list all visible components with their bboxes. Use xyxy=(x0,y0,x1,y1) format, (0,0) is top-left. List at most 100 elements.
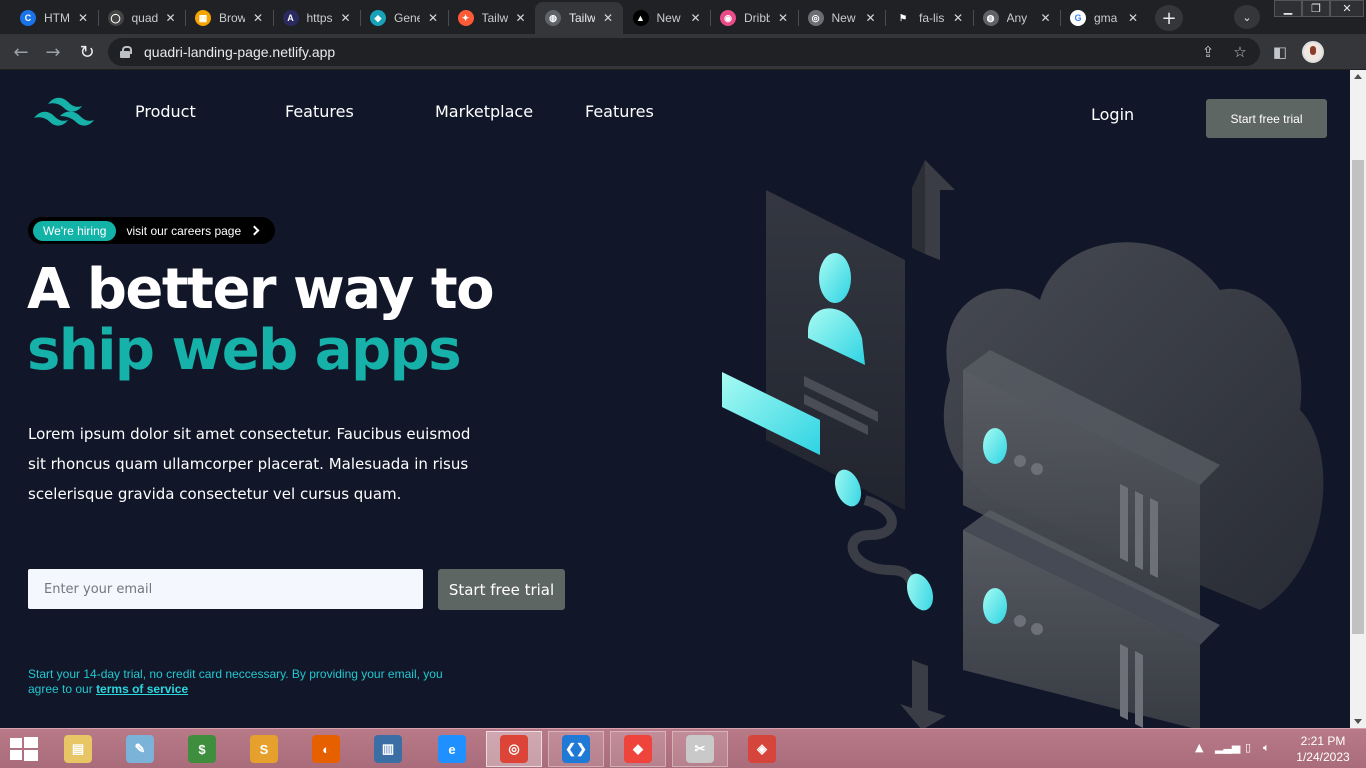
dribbble-icon: ◉ xyxy=(720,10,736,26)
tab-close-icon[interactable]: ✕ xyxy=(78,11,88,25)
window-close-button[interactable]: ✕ xyxy=(1330,0,1364,17)
ie-icon: e xyxy=(438,735,466,763)
fine-print: Start your 14-day trial, no credit card … xyxy=(28,667,458,697)
hero-start-trial-button[interactable]: Start free trial xyxy=(438,569,565,610)
tab-close-icon[interactable]: ✕ xyxy=(428,11,438,25)
anydesk-icon: ◆ xyxy=(624,735,652,763)
taskbar-app-snipping[interactable]: ✂ xyxy=(672,731,728,767)
nav-link-features-2[interactable]: Features xyxy=(585,102,654,121)
profile-avatar[interactable] xyxy=(1302,41,1324,63)
diamond-icon: ◆ xyxy=(370,10,386,26)
server-light-2 xyxy=(983,588,1007,624)
browser-tab[interactable]: ◍ Tailw ✕ xyxy=(535,2,623,34)
show-hidden-icons-icon[interactable]: ▲ xyxy=(1195,741,1203,754)
tab-title: Tailw xyxy=(481,11,508,25)
git-icon: ◈ xyxy=(748,735,776,763)
restore-button[interactable]: ❐ xyxy=(1302,0,1330,17)
google-icon: G xyxy=(1070,10,1086,26)
tab-title: Any xyxy=(1006,11,1028,25)
forward-button[interactable]: → xyxy=(41,40,65,64)
tab-close-icon[interactable]: ✕ xyxy=(778,11,788,25)
page-scrollbar[interactable] xyxy=(1350,70,1366,728)
address-bar[interactable]: quadri-landing-page.netlify.app xyxy=(108,38,1260,66)
headline-line-1: A better way to xyxy=(27,257,495,322)
scroll-thumb[interactable] xyxy=(1352,160,1364,634)
taskbar-app-notepad[interactable]: ✎ xyxy=(112,731,168,767)
header-start-trial-button[interactable]: Start free trial xyxy=(1206,99,1327,138)
clock-date: 1/24/2023 xyxy=(1296,750,1350,764)
share-button[interactable]: ⇪ xyxy=(1198,42,1218,62)
tab-title: quadri xyxy=(131,11,158,25)
taskbar-app-chrome[interactable]: ◎ xyxy=(486,731,542,767)
tab-close-icon[interactable]: ✕ xyxy=(1128,11,1138,25)
volume-icon[interactable]: 🔈︎ xyxy=(1263,741,1270,755)
tab-close-icon[interactable]: ✕ xyxy=(866,11,876,25)
tab-close-icon[interactable]: ✕ xyxy=(253,11,263,25)
taskbar-app-sublime[interactable]: S xyxy=(236,731,292,767)
network-signal-icon[interactable]: ▂▃▅ xyxy=(1215,741,1240,754)
tab-separator xyxy=(885,10,886,26)
tab-close-icon[interactable]: ✕ xyxy=(1041,11,1051,25)
clock-time: 2:21 PM xyxy=(1300,734,1346,748)
nav-link-marketplace[interactable]: Marketplace xyxy=(435,102,533,121)
email-input[interactable] xyxy=(28,569,423,609)
taskbar-app-file-explorer[interactable]: ▤ xyxy=(50,731,106,767)
taskbar-app-internet-explorer[interactable]: e xyxy=(424,731,480,767)
browser-tab[interactable]: ▦ Browse ✕ xyxy=(185,2,273,34)
browser-toolbar: ← → ↻ quadri-landing-page.netlify.app ⇪ … xyxy=(0,34,1366,70)
minimize-button[interactable]: ▁ xyxy=(1274,0,1302,17)
taskbar-app-git-gui[interactable]: ◈ xyxy=(734,731,790,767)
browser-tab[interactable]: ✦ Tailw ✕ xyxy=(448,2,536,34)
reload-button[interactable]: ↻ xyxy=(75,40,99,64)
tab-close-icon[interactable]: ✕ xyxy=(953,11,963,25)
system-clock[interactable]: 2:21 PM 1/24/2023 xyxy=(1288,733,1358,765)
back-button[interactable]: ← xyxy=(9,40,33,64)
cable-shape xyxy=(847,495,920,593)
taskbar-app-reader[interactable]: ▥ xyxy=(360,731,416,767)
minimize-icon: ▁ xyxy=(1283,2,1293,15)
tab-close-icon[interactable]: ✕ xyxy=(691,11,701,25)
taskbar-app-anydesk[interactable]: ◆ xyxy=(610,731,666,767)
tab-title: Tailw xyxy=(569,11,595,25)
browser-tab[interactable]: ◍ Any ✕ xyxy=(973,2,1061,34)
phone-device-icon[interactable]: ▯ xyxy=(1245,741,1251,754)
browser-tab[interactable]: ▲ New ✕ xyxy=(623,2,711,34)
scissors-icon: ✂ xyxy=(686,735,714,763)
tab-close-icon[interactable]: ✕ xyxy=(341,11,351,25)
nav-link-product[interactable]: Product xyxy=(135,102,196,121)
careers-link[interactable]: visit our careers page xyxy=(126,224,241,238)
browser-tab[interactable]: ◯ quadri ✕ xyxy=(98,2,186,34)
scroll-down-arrow-icon[interactable] xyxy=(1354,719,1362,724)
bookmark-button[interactable]: ☆ xyxy=(1230,42,1250,62)
side-panel-button[interactable]: ◧ xyxy=(1270,42,1290,62)
taskbar-app-firefox[interactable]: ◐ xyxy=(298,731,354,767)
new-tab-button[interactable]: + xyxy=(1155,5,1183,31)
browser-tab[interactable]: Ggma ✕ xyxy=(1060,2,1148,34)
browser-tab[interactable]: Ahttps ✕ xyxy=(273,2,361,34)
login-link[interactable]: Login xyxy=(1091,105,1134,124)
tailwind-logo-icon[interactable] xyxy=(32,94,94,132)
browser-tab[interactable]: C HTML ✕ xyxy=(10,2,98,34)
scroll-up-arrow-icon[interactable] xyxy=(1354,74,1362,79)
tab-search-button[interactable]: ⌄ xyxy=(1234,5,1260,29)
browser-tab[interactable]: ⚑ fa-lis ✕ xyxy=(885,2,973,34)
url-text[interactable]: quadri-landing-page.netlify.app xyxy=(144,44,335,60)
browser-tab[interactable]: ◉ Dribb ✕ xyxy=(710,2,798,34)
colorful-grid-icon: ▦ xyxy=(195,10,211,26)
windows-start-button[interactable] xyxy=(8,735,40,763)
browser-tab[interactable]: ◎ New ✕ xyxy=(798,2,886,34)
tab-close-icon[interactable]: ✕ xyxy=(516,11,526,25)
hiring-banner[interactable]: We're hiring visit our careers page xyxy=(28,217,275,244)
tab-separator xyxy=(185,10,186,26)
tab-title: Gene xyxy=(394,11,420,25)
taskbar-app-money-manager[interactable]: $ xyxy=(174,731,230,767)
fine-print-text: Start your 14-day trial, no credit card … xyxy=(28,667,443,696)
taskbar-app-vscode[interactable]: ❮❯ xyxy=(548,731,604,767)
headline-line-2: ship web apps xyxy=(27,318,462,383)
browser-tab[interactable]: ◆ Gene ✕ xyxy=(360,2,448,34)
tab-close-icon[interactable]: ✕ xyxy=(603,11,613,25)
share-icon: ⇪ xyxy=(1201,43,1215,61)
tab-close-icon[interactable]: ✕ xyxy=(166,11,176,25)
terms-of-service-link[interactable]: terms of service xyxy=(96,682,188,696)
nav-link-features[interactable]: Features xyxy=(285,102,354,121)
